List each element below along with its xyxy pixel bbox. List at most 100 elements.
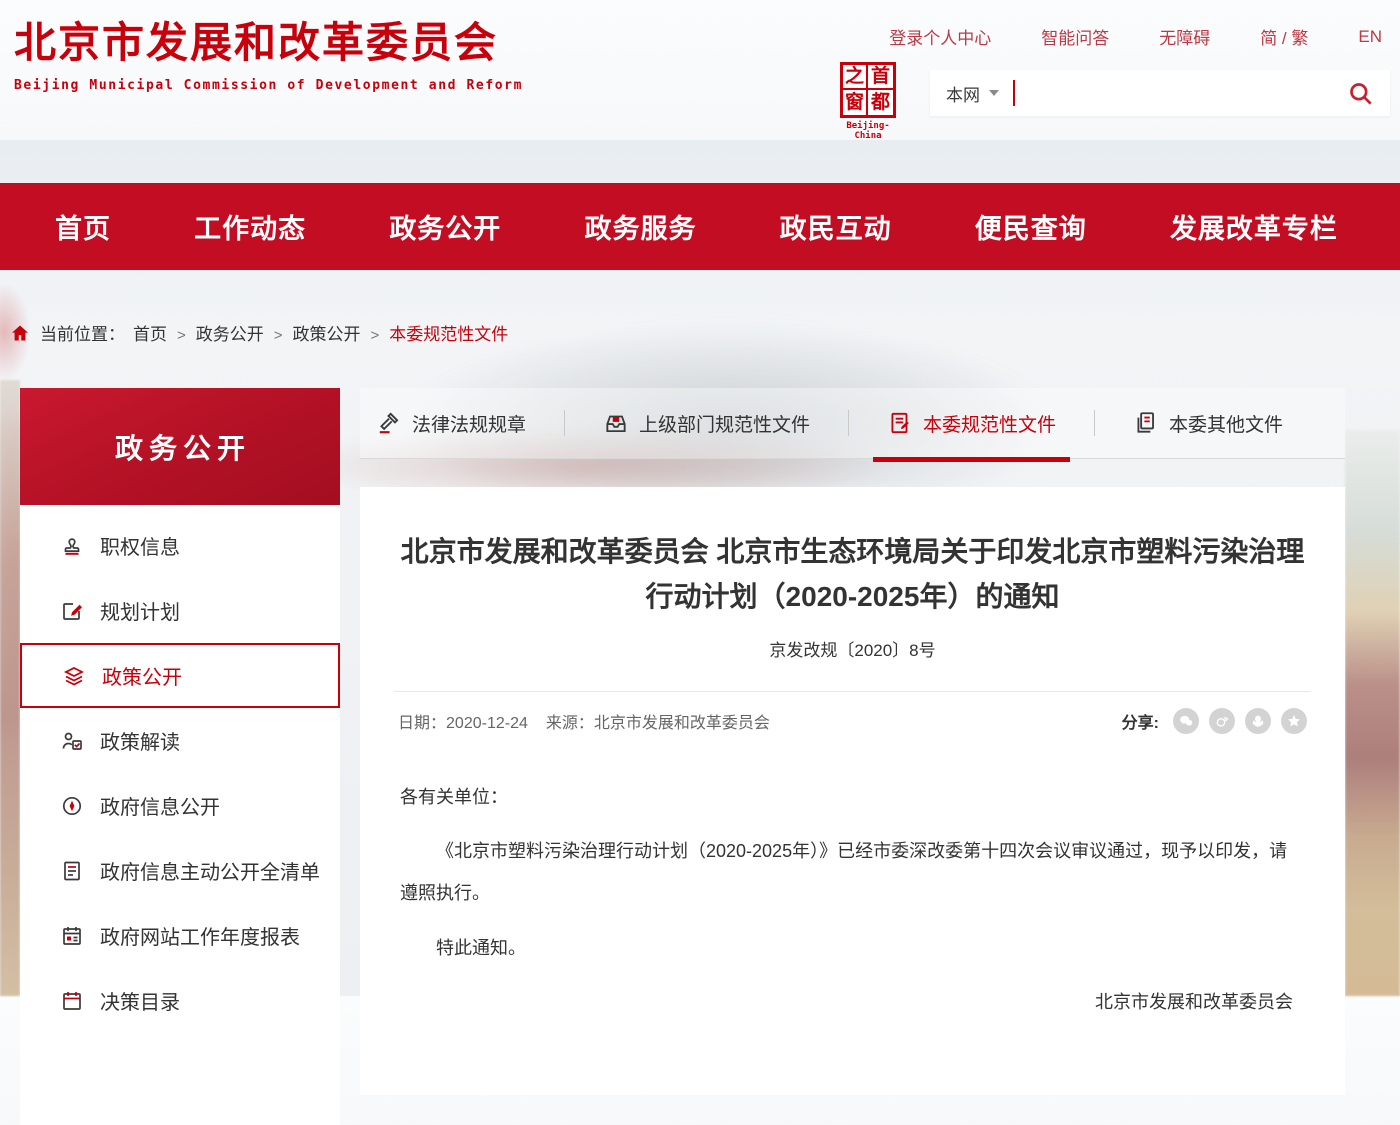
sidebar-item-label: 政府信息公开: [100, 791, 220, 820]
main-content: 法律法规规章 上级部门规范性文件 本委规范性文件: [360, 388, 1345, 1095]
main-navbar: 首页 工作动态 政务公开 政务服务 政民互动 便民查询 发展改革专栏: [0, 183, 1400, 270]
inbox-doc-icon: [603, 410, 629, 436]
sidebar-item-website-annual-report[interactable]: 政府网站工作年度报表: [20, 903, 340, 968]
article-date: 2020-12-24: [446, 715, 528, 732]
share-label: 分享:: [1122, 709, 1159, 733]
list-doc-icon: [60, 859, 84, 883]
article-source: 北京市发展和改革委员会: [594, 715, 770, 732]
qzone-share-icon[interactable]: [1281, 708, 1307, 734]
article-title: 北京市发展和改革委员会 北京市生态环境局关于印发北京市塑料污染治理行动计划（20…: [390, 529, 1315, 620]
article-card: 北京市发展和改革委员会 北京市生态环境局关于印发北京市塑料污染治理行动计划（20…: [360, 487, 1345, 1095]
tab-laws-regulations[interactable]: 法律法规规章: [376, 388, 526, 459]
document-tabs: 法律法规规章 上级部门规范性文件 本委规范性文件: [360, 388, 1345, 459]
smart-qa-link[interactable]: 智能问答: [1041, 24, 1109, 49]
nav-item-work-news[interactable]: 工作动态: [194, 207, 306, 246]
tab-separator: [564, 410, 565, 436]
catalog-icon: [60, 989, 84, 1013]
search-input[interactable]: [1029, 73, 1347, 113]
breadcrumb-policy-disclosure[interactable]: 政策公开: [264, 320, 361, 345]
search-bar: 本网: [930, 70, 1390, 116]
sidebar-item-authority-info[interactable]: 职权信息: [20, 513, 340, 578]
sidebar-item-gov-info-disclosure[interactable]: 政府信息公开: [20, 773, 340, 838]
sidebar-item-label: 决策目录: [100, 986, 180, 1015]
tab-superior-normative-docs[interactable]: 上级部门规范性文件: [603, 388, 810, 459]
annual-report-icon: [60, 924, 84, 948]
search-icon: [1347, 80, 1374, 107]
search-button[interactable]: [1347, 80, 1374, 107]
tab-committee-other-docs[interactable]: 本委其他文件: [1133, 388, 1283, 459]
document-number: 京发改规〔2020〕8号: [390, 636, 1315, 661]
gavel-icon: [376, 410, 402, 436]
tab-committee-normative-docs[interactable]: 本委规范性文件: [887, 388, 1056, 459]
sidebar-item-decision-catalog[interactable]: 决策目录: [20, 968, 340, 1033]
accessibility-link[interactable]: 无障碍: [1159, 24, 1210, 49]
sidebar-item-label: 规划计划: [100, 596, 180, 625]
site-logo[interactable]: 北京市发展和改革委员会 Beijing Municipal Commission…: [14, 20, 523, 93]
nav-item-gov-disclosure[interactable]: 政务公开: [389, 207, 501, 246]
login-personal-center-link[interactable]: 登录个人中心: [889, 24, 991, 49]
nav-item-gov-services[interactable]: 政务服务: [584, 207, 696, 246]
background-left-strip: [0, 380, 20, 996]
date-label: 日期：: [398, 715, 446, 732]
seal-char: 窗: [843, 90, 868, 115]
weibo-share-icon[interactable]: [1209, 708, 1235, 734]
nav-item-public-interaction[interactable]: 政民互动: [780, 207, 892, 246]
wechat-share-icon[interactable]: [1173, 708, 1199, 734]
share-bar: 分享:: [1122, 708, 1307, 734]
salutation: 各有关单位：: [400, 776, 1305, 818]
search-divider: [1013, 80, 1015, 106]
stamp-icon: [60, 534, 84, 558]
chevron-down-icon: [989, 90, 999, 96]
sidebar-header: 政务公开: [20, 388, 340, 505]
meta-row: 日期：2020-12-24 来源：北京市发展和改革委员会 分享:: [390, 692, 1315, 734]
nav-item-home[interactable]: 首页: [55, 207, 111, 246]
home-icon[interactable]: [10, 323, 30, 343]
tab-separator: [848, 410, 849, 436]
seal-char: 首: [868, 65, 893, 90]
header-utility-links: 登录个人中心 智能问答 无障碍 简 / 繁 EN: [889, 24, 1382, 49]
sidebar-item-proactive-disclosure-list[interactable]: 政府信息主动公开全清单: [20, 838, 340, 903]
beijing-capital-window-seal[interactable]: 之 首 窗 都 Beijing-China: [836, 62, 900, 141]
english-link[interactable]: EN: [1358, 27, 1382, 47]
tab-separator: [1094, 410, 1095, 436]
breadcrumb-current: 本委规范性文件: [361, 320, 509, 345]
background-right-strip: [1345, 430, 1400, 996]
article-body: 各有关单位： 《北京市塑料污染治理行动计划（2020-2025年）》已经市委深改…: [390, 734, 1315, 1023]
sidebar-item-planning[interactable]: 规划计划: [20, 578, 340, 643]
sidebar-item-label: 职权信息: [100, 531, 180, 560]
seal-char: 之: [843, 65, 868, 90]
sidebar-item-label: 政策公开: [102, 661, 182, 690]
sidebar-item-policy-disclosure[interactable]: 政策公开: [20, 643, 340, 708]
signature: 北京市发展和改革委员会: [400, 981, 1305, 1023]
sidebar-item-label: 政府信息主动公开全清单: [100, 856, 320, 885]
qq-share-icon[interactable]: [1245, 708, 1271, 734]
sidebar-item-policy-interpretation[interactable]: 政策解读: [20, 708, 340, 773]
sidebar-item-label: 政策解读: [100, 726, 180, 755]
nav-item-convenient-inquiry[interactable]: 便民查询: [975, 207, 1087, 246]
sidebar-menu: 职权信息 规划计划 政策公开 政策解读: [20, 505, 340, 1125]
source-label: 来源：: [546, 715, 594, 732]
interpretation-icon: [60, 729, 84, 753]
site-subtitle: Beijing Municipal Commission of Developm…: [14, 78, 523, 93]
sidebar: 政务公开 职权信息 规划计划 政策公开: [20, 388, 340, 1125]
nav-item-reform-column[interactable]: 发展改革专栏: [1170, 207, 1338, 246]
paragraph-1: 《北京市塑料污染治理行动计划（2020-2025年）》已经市委深改委第十四次会议…: [400, 830, 1305, 915]
tab-label: 本委其他文件: [1169, 410, 1283, 437]
seal-caption: Beijing-China: [836, 121, 900, 141]
breadcrumb-gov-disclosure[interactable]: 政务公开: [167, 320, 264, 345]
doc-pen-icon: [887, 410, 913, 436]
copy-docs-icon: [1133, 410, 1159, 436]
search-scope-label: 本网: [946, 81, 980, 106]
layers-icon: [62, 664, 86, 688]
tab-label: 本委规范性文件: [923, 410, 1056, 437]
breadcrumb-home[interactable]: 首页: [133, 320, 167, 345]
simplified-traditional-toggle[interactable]: 简 / 繁: [1260, 24, 1308, 49]
breadcrumb: 当前位置： 首页 政务公开 政策公开 本委规范性文件: [10, 320, 508, 345]
site-title: 北京市发展和改革委员会: [14, 20, 523, 66]
plan-edit-icon: [60, 599, 84, 623]
breadcrumb-label: 当前位置：: [40, 320, 125, 345]
search-scope-dropdown[interactable]: 本网: [946, 81, 999, 106]
sidebar-item-label: 政府网站工作年度报表: [100, 921, 300, 950]
tab-label: 法律法规规章: [412, 410, 526, 437]
compass-icon: [60, 794, 84, 818]
